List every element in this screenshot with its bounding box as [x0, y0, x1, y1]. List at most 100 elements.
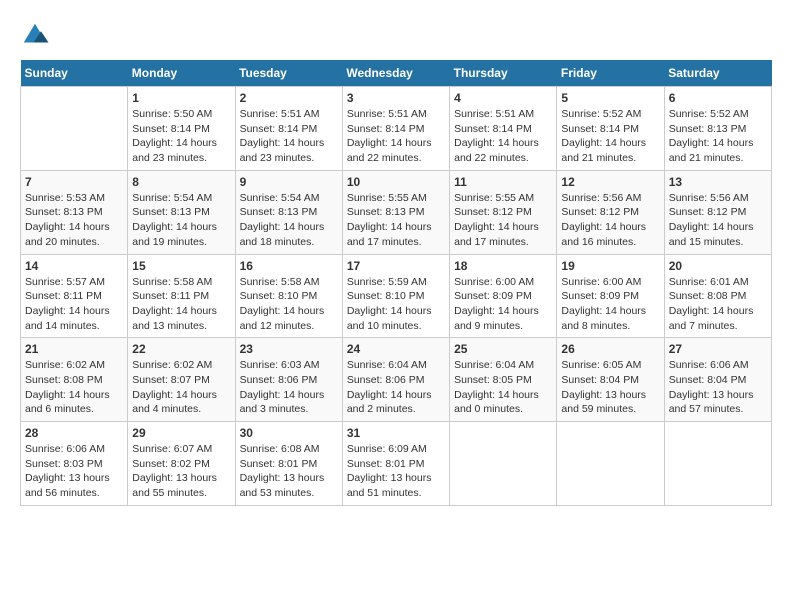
day-info: Sunrise: 6:00 AM Sunset: 8:09 PM Dayligh…	[561, 275, 659, 334]
day-info: Sunrise: 5:52 AM Sunset: 8:14 PM Dayligh…	[561, 107, 659, 166]
calendar-cell	[450, 422, 557, 506]
calendar-cell: 13Sunrise: 5:56 AM Sunset: 8:12 PM Dayli…	[664, 170, 771, 254]
day-number: 8	[132, 175, 230, 189]
day-info: Sunrise: 5:51 AM Sunset: 8:14 PM Dayligh…	[240, 107, 338, 166]
day-info: Sunrise: 5:58 AM Sunset: 8:10 PM Dayligh…	[240, 275, 338, 334]
logo-icon	[20, 20, 50, 50]
calendar-cell: 6 Sunrise: 5:52 AM Sunset: 8:13 PM Daylig…	[664, 87, 771, 171]
calendar-cell: 1 Sunrise: 5:50 AM Sunset: 8:14 PM Daylig…	[128, 87, 235, 171]
day-number: 20	[669, 259, 767, 273]
day-number: 3	[347, 91, 445, 105]
calendar-cell: 29 Sunrise: 6:07 AM Sunset: 8:02 PM Dayli…	[128, 422, 235, 506]
calendar-cell: 11 Sunrise: 5:55 AM Sunset: 8:12 PM Dayli…	[450, 170, 557, 254]
day-info: Sunrise: 5:53 AM Sunset: 8:13 PM Dayligh…	[25, 191, 123, 250]
day-number: 25	[454, 342, 552, 356]
day-number: 6	[669, 91, 767, 105]
day-number: 31	[347, 426, 445, 440]
day-info: Sunrise: 6:02 AM Sunset: 8:07 PM Dayligh…	[132, 358, 230, 417]
weekday-header-wednesday: Wednesday	[342, 60, 449, 87]
calendar-cell: 20 Sunrise: 6:01 AM Sunset: 8:08 PM Dayli…	[664, 254, 771, 338]
day-info: Sunrise: 6:06 AM Sunset: 8:04 PM Dayligh…	[669, 358, 767, 417]
calendar-cell: 10Sunrise: 5:55 AM Sunset: 8:13 PM Dayli…	[342, 170, 449, 254]
day-info: Sunrise: 5:57 AM Sunset: 8:11 PM Dayligh…	[25, 275, 123, 334]
calendar-cell: 17 Sunrise: 5:59 AM Sunset: 8:10 PM Dayli…	[342, 254, 449, 338]
calendar-table: SundayMondayTuesdayWednesdayThursdayFrid…	[20, 60, 772, 506]
day-info: Sunrise: 5:51 AM Sunset: 8:14 PM Dayligh…	[347, 107, 445, 166]
calendar-cell	[664, 422, 771, 506]
day-info: Sunrise: 6:07 AM Sunset: 8:02 PM Dayligh…	[132, 442, 230, 501]
calendar-cell: 22 Sunrise: 6:02 AM Sunset: 8:07 PM Dayli…	[128, 338, 235, 422]
day-number: 21	[25, 342, 123, 356]
day-info: Sunrise: 5:54 AM Sunset: 8:13 PM Dayligh…	[132, 191, 230, 250]
calendar-cell: 23 Sunrise: 6:03 AM Sunset: 8:06 PM Dayli…	[235, 338, 342, 422]
weekday-header-monday: Monday	[128, 60, 235, 87]
calendar-cell: 24Sunrise: 6:04 AM Sunset: 8:06 PM Dayli…	[342, 338, 449, 422]
day-info: Sunrise: 6:01 AM Sunset: 8:08 PM Dayligh…	[669, 275, 767, 334]
day-number: 17	[347, 259, 445, 273]
weekday-header-saturday: Saturday	[664, 60, 771, 87]
day-info: Sunrise: 6:09 AM Sunset: 8:01 PM Dayligh…	[347, 442, 445, 501]
day-number: 9	[240, 175, 338, 189]
calendar-week-row: 28Sunrise: 6:06 AM Sunset: 8:03 PM Dayli…	[21, 422, 772, 506]
calendar-cell: 27 Sunrise: 6:06 AM Sunset: 8:04 PM Dayli…	[664, 338, 771, 422]
day-info: Sunrise: 6:00 AM Sunset: 8:09 PM Dayligh…	[454, 275, 552, 334]
day-info: Sunrise: 5:51 AM Sunset: 8:14 PM Dayligh…	[454, 107, 552, 166]
day-info: Sunrise: 6:03 AM Sunset: 8:06 PM Dayligh…	[240, 358, 338, 417]
day-number: 11	[454, 175, 552, 189]
day-info: Sunrise: 5:55 AM Sunset: 8:12 PM Dayligh…	[454, 191, 552, 250]
calendar-cell: 2 Sunrise: 5:51 AM Sunset: 8:14 PM Daylig…	[235, 87, 342, 171]
day-number: 14	[25, 259, 123, 273]
calendar-cell: 3 Sunrise: 5:51 AM Sunset: 8:14 PM Daylig…	[342, 87, 449, 171]
day-number: 15	[132, 259, 230, 273]
day-info: Sunrise: 5:58 AM Sunset: 8:11 PM Dayligh…	[132, 275, 230, 334]
calendar-cell: 18 Sunrise: 6:00 AM Sunset: 8:09 PM Dayli…	[450, 254, 557, 338]
calendar-cell: 12 Sunrise: 5:56 AM Sunset: 8:12 PM Dayli…	[557, 170, 664, 254]
day-number: 5	[561, 91, 659, 105]
day-info: Sunrise: 6:06 AM Sunset: 8:03 PM Dayligh…	[25, 442, 123, 501]
calendar-cell: 8 Sunrise: 5:54 AM Sunset: 8:13 PM Daylig…	[128, 170, 235, 254]
day-number: 22	[132, 342, 230, 356]
day-info: Sunrise: 5:59 AM Sunset: 8:10 PM Dayligh…	[347, 275, 445, 334]
day-info: Sunrise: 6:04 AM Sunset: 8:05 PM Dayligh…	[454, 358, 552, 417]
day-number: 2	[240, 91, 338, 105]
day-number: 16	[240, 259, 338, 273]
weekday-header-sunday: Sunday	[21, 60, 128, 87]
page-header	[20, 20, 772, 50]
calendar-week-row: 14 Sunrise: 5:57 AM Sunset: 8:11 PM Dayli…	[21, 254, 772, 338]
calendar-cell	[557, 422, 664, 506]
day-number: 23	[240, 342, 338, 356]
calendar-week-row: 7 Sunrise: 5:53 AM Sunset: 8:13 PM Daylig…	[21, 170, 772, 254]
calendar-cell: 28Sunrise: 6:06 AM Sunset: 8:03 PM Dayli…	[21, 422, 128, 506]
day-number: 12	[561, 175, 659, 189]
day-info: Sunrise: 6:02 AM Sunset: 8:08 PM Dayligh…	[25, 358, 123, 417]
weekday-header-tuesday: Tuesday	[235, 60, 342, 87]
day-info: Sunrise: 5:54 AM Sunset: 8:13 PM Dayligh…	[240, 191, 338, 250]
day-info: Sunrise: 5:55 AM Sunset: 8:13 PM Dayligh…	[347, 191, 445, 250]
day-info: Sunrise: 5:52 AM Sunset: 8:13 PM Dayligh…	[669, 107, 767, 166]
weekday-header-row: SundayMondayTuesdayWednesdayThursdayFrid…	[21, 60, 772, 87]
calendar-cell: 14 Sunrise: 5:57 AM Sunset: 8:11 PM Dayli…	[21, 254, 128, 338]
day-number: 26	[561, 342, 659, 356]
day-number: 19	[561, 259, 659, 273]
day-info: Sunrise: 6:04 AM Sunset: 8:06 PM Dayligh…	[347, 358, 445, 417]
day-number: 4	[454, 91, 552, 105]
calendar-cell: 9 Sunrise: 5:54 AM Sunset: 8:13 PM Daylig…	[235, 170, 342, 254]
day-number: 27	[669, 342, 767, 356]
logo	[20, 20, 54, 50]
day-number: 18	[454, 259, 552, 273]
calendar-cell: 30 Sunrise: 6:08 AM Sunset: 8:01 PM Dayli…	[235, 422, 342, 506]
calendar-cell: 25 Sunrise: 6:04 AM Sunset: 8:05 PM Dayli…	[450, 338, 557, 422]
weekday-header-friday: Friday	[557, 60, 664, 87]
calendar-cell: 21 Sunrise: 6:02 AM Sunset: 8:08 PM Dayli…	[21, 338, 128, 422]
day-info: Sunrise: 5:56 AM Sunset: 8:12 PM Dayligh…	[669, 191, 767, 250]
day-number: 1	[132, 91, 230, 105]
day-info: Sunrise: 5:50 AM Sunset: 8:14 PM Dayligh…	[132, 107, 230, 166]
day-number: 29	[132, 426, 230, 440]
calendar-cell: 7 Sunrise: 5:53 AM Sunset: 8:13 PM Daylig…	[21, 170, 128, 254]
calendar-cell: 19 Sunrise: 6:00 AM Sunset: 8:09 PM Dayli…	[557, 254, 664, 338]
day-info: Sunrise: 6:05 AM Sunset: 8:04 PM Dayligh…	[561, 358, 659, 417]
day-number: 30	[240, 426, 338, 440]
day-info: Sunrise: 5:56 AM Sunset: 8:12 PM Dayligh…	[561, 191, 659, 250]
day-info: Sunrise: 6:08 AM Sunset: 8:01 PM Dayligh…	[240, 442, 338, 501]
day-number: 7	[25, 175, 123, 189]
